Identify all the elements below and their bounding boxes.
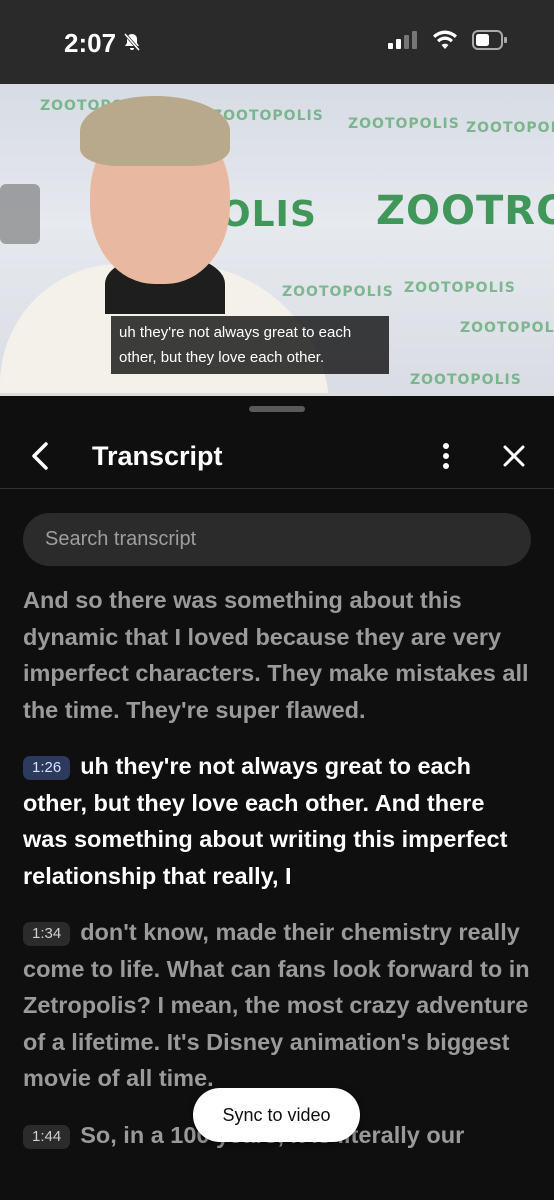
transcript-panel: Transcript And so there was something ab… <box>0 396 554 1200</box>
speaker-hair <box>80 96 230 166</box>
transcript-segment[interactable]: 1:34 don't know, made their chemistry rea… <box>23 914 533 1097</box>
panel-title: Transcript <box>92 441 223 471</box>
video-player[interactable]: ZOOTOPOLIS ZOOTOPOLIS ZOOTOPOLIS ZOOTROP… <box>0 84 554 396</box>
transcript-segments: And so there was something about this dy… <box>23 582 533 1173</box>
backdrop-logo: ZOOTOPOLIS <box>410 372 522 388</box>
segment-text: And so there was something about this dy… <box>23 587 529 723</box>
wifi-icon <box>432 30 458 55</box>
chevron-left-icon <box>32 442 48 470</box>
segment-text: uh they're not always great to each othe… <box>23 753 508 889</box>
segment-timestamp[interactable]: 1:44 <box>23 1124 71 1149</box>
drag-handle[interactable] <box>249 406 305 412</box>
search-transcript-input[interactable] <box>23 513 531 566</box>
status-time-text: 2:07 <box>64 28 117 58</box>
backdrop-logo: ZOOTOPOLIS <box>460 320 554 336</box>
transcript-segment-active[interactable]: 1:26 uh they're not always great to each … <box>23 748 533 894</box>
battery-icon <box>472 30 508 55</box>
close-button[interactable] <box>498 440 530 472</box>
backdrop-logo-large: ZOOTROPOLIS <box>376 188 554 234</box>
status-bar: 2:07 <box>0 0 554 84</box>
backdrop-logo: ZOOTOPOLIS <box>212 108 324 124</box>
back-button[interactable] <box>26 438 56 474</box>
segment-timestamp[interactable]: 1:34 <box>23 922 71 946</box>
video-caption: uh they're not always great to each othe… <box>111 316 389 374</box>
backdrop-logo: ZOOTOPOLIS <box>466 120 554 136</box>
sync-to-video-button[interactable]: Sync to video <box>193 1088 360 1142</box>
backdrop-logo: ZOOTOPOLIS <box>404 280 516 296</box>
backdrop-logo-text: OLIS <box>220 194 317 235</box>
transcript-header: Transcript <box>0 426 554 489</box>
status-icons <box>388 30 508 55</box>
transcript-segment[interactable]: And so there was something about this dy… <box>23 582 533 728</box>
segment-timestamp[interactable]: 1:26 <box>23 756 71 780</box>
more-vertical-icon <box>443 443 449 469</box>
bell-slash-icon <box>122 28 142 59</box>
segment-text: don't know, made their chemistry really … <box>23 919 530 1091</box>
backdrop-logo: ZOOTOPOLIS <box>348 116 460 132</box>
close-icon <box>503 445 525 467</box>
microphone-shape <box>0 184 40 244</box>
more-options-button[interactable] <box>432 438 460 474</box>
cellular-signal-icon <box>388 31 418 54</box>
backdrop-logo: ZOOTOPOLIS <box>282 284 394 300</box>
status-time: 2:07 <box>64 28 142 59</box>
